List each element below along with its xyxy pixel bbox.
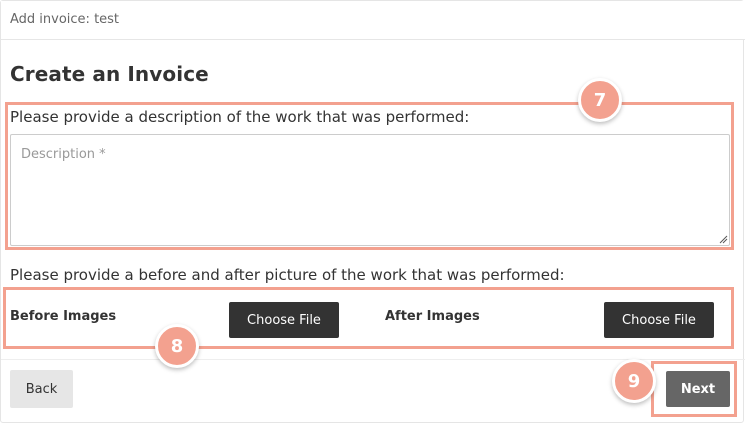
after-choose-file-button[interactable]: Choose File	[604, 302, 714, 338]
page-title: Create an Invoice	[10, 62, 209, 86]
description-textarea[interactable]	[10, 134, 730, 246]
pictures-prompt: Please provide a before and after pictur…	[10, 266, 565, 284]
resize-grip-icon[interactable]	[718, 234, 728, 244]
step-badge-9: 9	[612, 359, 656, 403]
step-badge-8: 8	[155, 324, 199, 368]
panel-header: Add invoice: test	[1, 1, 745, 40]
before-choose-file-button[interactable]: Choose File	[229, 302, 339, 338]
after-images-label: After Images	[385, 309, 480, 324]
description-prompt: Please provide a description of the work…	[10, 108, 470, 126]
header-title: Add invoice: test	[10, 12, 120, 27]
before-images-label: Before Images	[10, 309, 117, 324]
back-button[interactable]: Back	[10, 370, 73, 408]
next-button[interactable]: Next	[666, 371, 730, 407]
step-badge-7: 7	[578, 78, 622, 122]
